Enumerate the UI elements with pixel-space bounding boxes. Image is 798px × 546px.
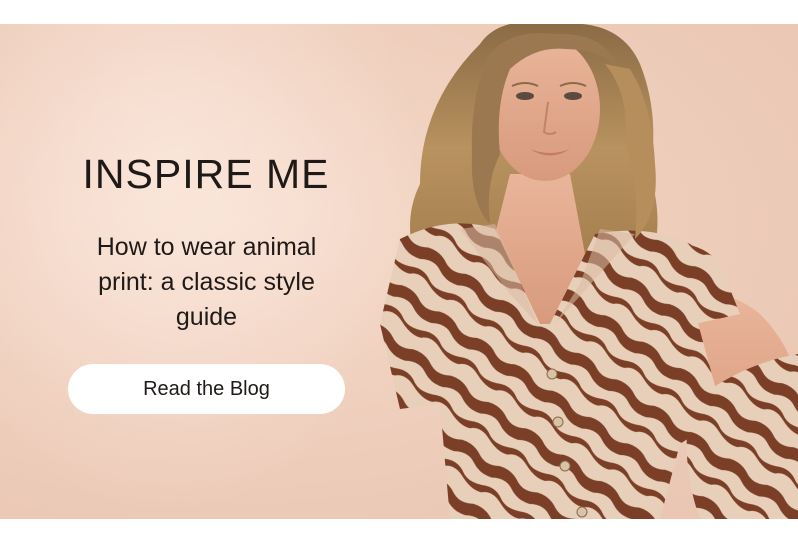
read-the-blog-button[interactable]: Read the Blog [68,364,345,414]
top-whitespace [0,0,798,24]
hero-banner[interactable]: INSPIRE ME How to wear animal print: a c… [0,24,798,519]
hero-headline: INSPIRE ME [82,151,330,197]
hero-subtitle: How to wear animal print: a classic styl… [96,233,317,331]
bottom-whitespace [0,519,798,546]
model-photo [380,24,798,519]
